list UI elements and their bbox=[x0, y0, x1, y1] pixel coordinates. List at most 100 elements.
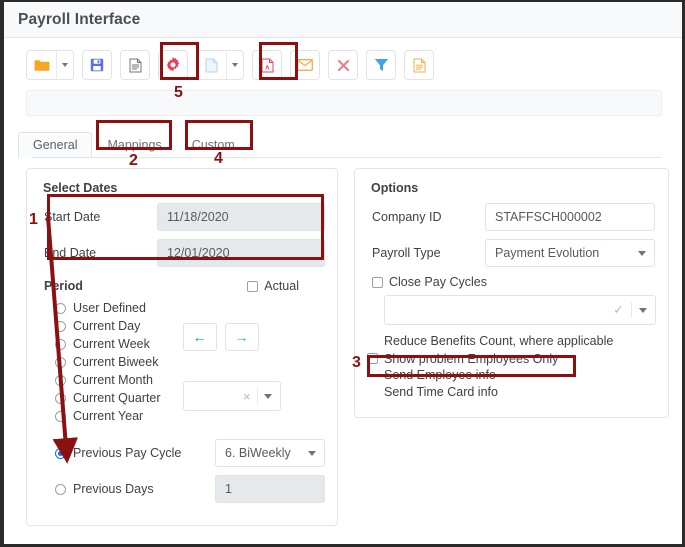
send-time-card-info-line: Send Time Card info bbox=[384, 385, 498, 399]
previous-pay-cycle-radio-control[interactable] bbox=[55, 447, 66, 459]
svg-text:A: A bbox=[265, 64, 270, 71]
actual-checkbox-label: Actual bbox=[264, 279, 299, 293]
radio-user-defined[interactable]: User Defined bbox=[55, 299, 161, 317]
period-header-row: Period Actual bbox=[44, 279, 321, 293]
chevron-down-icon[interactable] bbox=[263, 393, 272, 399]
tab-underline bbox=[32, 157, 662, 158]
radio-current-quarter-control[interactable] bbox=[55, 392, 66, 404]
toolbar-subbar bbox=[26, 90, 662, 116]
folder-icon bbox=[34, 59, 49, 71]
close-pay-cycles-row[interactable]: Close Pay Cycles bbox=[372, 275, 656, 289]
radio-current-biweek[interactable]: Current Biweek bbox=[55, 353, 161, 371]
save-button[interactable] bbox=[82, 50, 112, 80]
chevron-down-icon[interactable] bbox=[639, 307, 647, 313]
period-next-button[interactable]: → bbox=[224, 323, 259, 351]
pay-cycle-select-value: 6. BiWeekly bbox=[225, 446, 291, 460]
payroll-type-select[interactable]: Payment Evolution bbox=[485, 239, 655, 267]
previous-pay-cycle-radio[interactable]: Previous Pay Cycle bbox=[55, 444, 215, 462]
show-problem-employees-row[interactable]: Show problem Employees Only bbox=[367, 350, 656, 367]
radio-current-week-control[interactable] bbox=[55, 338, 66, 350]
radio-current-year-control[interactable] bbox=[55, 410, 66, 422]
previous-pay-cycle-row: Previous Pay Cycle 6. BiWeekly bbox=[55, 435, 325, 471]
divider bbox=[256, 388, 258, 404]
blank-page-icon bbox=[205, 58, 218, 72]
tab-general[interactable]: General bbox=[18, 131, 93, 158]
actual-checkbox-row[interactable]: Actual bbox=[247, 279, 299, 293]
payroll-type-value: Payment Evolution bbox=[495, 246, 600, 260]
period-controls-column: ← → × bbox=[161, 299, 291, 425]
end-date-row: End Date 12/01/2020 bbox=[39, 239, 325, 267]
payroll-interface-window: Payroll Interface A General Mappings Cus… bbox=[4, 2, 682, 544]
annotation-marker-5: 5 bbox=[174, 84, 183, 101]
check-icon[interactable]: ✓ bbox=[613, 302, 624, 318]
pay-cycle-combo[interactable]: ✓ bbox=[384, 295, 656, 325]
open-folder-button[interactable] bbox=[26, 50, 56, 80]
previous-days-radio-control[interactable] bbox=[55, 483, 66, 495]
annotation-marker-1: 1 bbox=[29, 211, 38, 228]
close-pay-cycles-checkbox[interactable] bbox=[372, 276, 383, 288]
settings-button[interactable] bbox=[158, 50, 188, 80]
radio-current-day-label: Current Day bbox=[73, 319, 141, 333]
radio-current-year-label: Current Year bbox=[73, 409, 144, 423]
period-clear-select[interactable]: × bbox=[182, 381, 281, 411]
open-button-group bbox=[26, 50, 74, 80]
previous-days-radio[interactable]: Previous Days bbox=[55, 480, 215, 498]
new-button-group bbox=[196, 50, 244, 80]
reduce-benefits-count-line: Reduce Benefits Count, where applicable bbox=[384, 334, 614, 348]
new-file-button[interactable] bbox=[196, 50, 226, 80]
actual-checkbox[interactable] bbox=[247, 280, 259, 292]
end-date-label: End Date bbox=[44, 246, 97, 260]
start-date-input[interactable]: 11/18/2020 bbox=[157, 203, 325, 231]
radio-current-month[interactable]: Current Month bbox=[55, 371, 161, 389]
chevron-down-icon[interactable] bbox=[308, 450, 316, 456]
previous-days-input[interactable]: 1 bbox=[215, 475, 325, 503]
yellow-document-icon bbox=[413, 58, 425, 72]
filter-button[interactable] bbox=[366, 50, 396, 80]
radio-current-quarter[interactable]: Current Quarter bbox=[55, 389, 161, 407]
radio-current-week[interactable]: Current Week bbox=[55, 335, 161, 353]
radio-user-defined-control[interactable] bbox=[55, 302, 66, 314]
report-button[interactable] bbox=[120, 50, 150, 80]
radio-current-day-control[interactable] bbox=[55, 320, 66, 332]
radio-user-defined-label: User Defined bbox=[73, 301, 146, 315]
delete-button[interactable] bbox=[328, 50, 358, 80]
notes-button[interactable] bbox=[404, 50, 434, 80]
envelope-icon bbox=[297, 59, 313, 71]
x-cross-icon bbox=[337, 59, 349, 71]
funnel-icon bbox=[374, 59, 388, 71]
radio-current-year[interactable]: Current Year bbox=[55, 407, 161, 425]
open-dropdown-button[interactable] bbox=[56, 50, 74, 80]
chevron-down-icon[interactable] bbox=[638, 250, 646, 256]
chevron-down-icon bbox=[62, 63, 68, 67]
close-pay-cycles-label: Close Pay Cycles bbox=[389, 275, 487, 289]
show-problem-employees-checkbox[interactable] bbox=[367, 353, 378, 364]
annotation-marker-2: 2 bbox=[129, 152, 138, 169]
pay-cycle-select[interactable]: 6. BiWeekly bbox=[215, 439, 325, 467]
document-lines-icon bbox=[129, 58, 141, 72]
arrow-left-icon: ← bbox=[192, 329, 207, 345]
new-dropdown-button[interactable] bbox=[226, 50, 244, 80]
end-date-input[interactable]: 12/01/2020 bbox=[157, 239, 325, 267]
radio-current-month-control[interactable] bbox=[55, 374, 66, 386]
select-dates-panel: Select Dates Start Date 11/18/2020 End D… bbox=[26, 168, 338, 526]
options-panel: Options Company ID STAFFSCH000002 Payrol… bbox=[354, 168, 669, 418]
previous-pay-cycle-label: Previous Pay Cycle bbox=[73, 446, 182, 460]
email-button[interactable] bbox=[290, 50, 320, 80]
period-bottom-rows: Previous Pay Cycle 6. BiWeekly Previous … bbox=[39, 435, 325, 507]
pdf-file-icon: A bbox=[261, 58, 273, 72]
period-radio-list: User Defined Current Day Current Week Cu… bbox=[39, 299, 161, 425]
toolbar-region: A bbox=[4, 38, 682, 116]
select-dates-title: Select Dates bbox=[43, 181, 118, 195]
period-label: Period bbox=[44, 279, 83, 293]
annotation-marker-4: 4 bbox=[214, 150, 223, 167]
export-pdf-button[interactable]: A bbox=[252, 50, 282, 80]
previous-days-label: Previous Days bbox=[73, 482, 154, 496]
company-id-label: Company ID bbox=[372, 210, 442, 224]
company-id-input[interactable]: STAFFSCH000002 bbox=[485, 203, 655, 231]
radio-current-week-label: Current Week bbox=[73, 337, 150, 351]
radio-current-day[interactable]: Current Day bbox=[55, 317, 161, 335]
period-previous-button[interactable]: ← bbox=[182, 323, 217, 351]
radio-current-biweek-control[interactable] bbox=[55, 356, 66, 368]
clear-icon[interactable]: × bbox=[243, 390, 251, 403]
tab-bar: General Mappings Custom bbox=[18, 128, 682, 158]
